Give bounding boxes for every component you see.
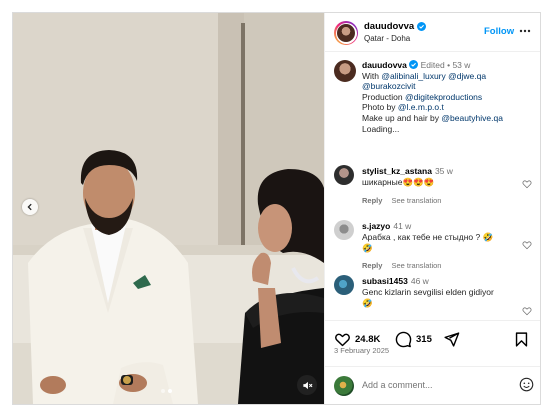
comment-text: шикарные😍😍😍 bbox=[362, 177, 435, 187]
see-translation-button[interactable]: See translation bbox=[391, 261, 441, 270]
comment-icon bbox=[395, 331, 412, 348]
loading-text: Loading... bbox=[362, 123, 400, 134]
add-comment-bar bbox=[325, 366, 540, 404]
comment-text: Genc kizlarin sevgilisi elden gidiyor bbox=[362, 287, 494, 297]
more-options-button[interactable] bbox=[518, 25, 532, 37]
mute-icon bbox=[302, 381, 312, 389]
comment-age: 46 w bbox=[410, 276, 429, 286]
like-count[interactable]: 24.8K bbox=[355, 334, 380, 345]
post-side-panel: dauudovva Qatar - Doha Follow dauudovva … bbox=[324, 13, 540, 404]
post-date[interactable]: 3 February 2025 bbox=[334, 346, 389, 355]
comment-extra-text: 🤣 bbox=[362, 243, 373, 253]
mention-link[interactable]: @l.e.m.p.o.t bbox=[398, 102, 444, 112]
verified-icon bbox=[417, 22, 427, 31]
avatar[interactable] bbox=[334, 60, 356, 82]
comment-username[interactable]: s.jazyo bbox=[362, 221, 390, 231]
avatar[interactable] bbox=[334, 275, 354, 295]
caption-with-label: With bbox=[362, 70, 382, 81]
post-photo bbox=[13, 13, 324, 404]
comment-count[interactable]: 315 bbox=[416, 334, 432, 345]
post-dialog: dauudovva Qatar - Doha Follow dauudovva … bbox=[12, 12, 541, 405]
avatar[interactable] bbox=[334, 376, 354, 396]
mute-button[interactable] bbox=[297, 375, 317, 395]
emoji-icon[interactable] bbox=[519, 377, 534, 392]
follow-button[interactable]: Follow bbox=[484, 26, 514, 37]
post-caption: dauudovva Edited • 53 w With @alibinali_… bbox=[325, 53, 540, 151]
verified-icon bbox=[409, 60, 419, 69]
comment-body: s.jazyo 41 w Арабка , как тебе не стыдно … bbox=[362, 221, 522, 254]
mention-link[interactable]: @burakozcivit bbox=[362, 81, 416, 91]
post-author[interactable]: dauudovva bbox=[364, 21, 427, 32]
caption-username[interactable]: dauudovva bbox=[362, 60, 407, 70]
carousel-indicator bbox=[161, 389, 172, 393]
comment-body: stylist_kz_astana 35 w шикарные😍😍😍 bbox=[362, 166, 522, 188]
comment-age: 35 w bbox=[434, 166, 453, 176]
mention-link[interactable]: @djwe.qa bbox=[448, 71, 486, 81]
reply-button[interactable]: Reply bbox=[362, 261, 382, 270]
save-button[interactable] bbox=[513, 331, 530, 348]
comment-actions: Reply See translation bbox=[362, 196, 441, 205]
comment-extra-text: 🤣 bbox=[362, 298, 373, 308]
caption-age[interactable]: 53 w bbox=[452, 60, 470, 70]
post-media[interactable] bbox=[13, 13, 324, 404]
comment-username[interactable]: subasi1453 bbox=[362, 276, 408, 286]
comment-actions: Reply See translation bbox=[362, 261, 441, 270]
carousel-dot-active bbox=[168, 389, 172, 393]
caption-text: dauudovva Edited • 53 w With @alibinali_… bbox=[362, 60, 537, 134]
comment-button[interactable]: 315 bbox=[395, 331, 432, 348]
heart-icon[interactable] bbox=[522, 306, 532, 316]
see-translation-button[interactable]: See translation bbox=[391, 196, 441, 205]
carousel-prev-button[interactable] bbox=[22, 199, 38, 215]
avatar[interactable] bbox=[334, 220, 354, 240]
avatar[interactable] bbox=[334, 165, 354, 185]
heart-icon[interactable] bbox=[522, 240, 532, 250]
comment-input[interactable] bbox=[362, 380, 512, 390]
carousel-dot bbox=[161, 389, 165, 393]
more-icon bbox=[519, 29, 531, 33]
caption-makeup-label: Make up and hair by bbox=[362, 112, 442, 123]
share-icon bbox=[444, 332, 460, 347]
caption-edited: Edited bbox=[420, 60, 445, 70]
mention-link[interactable]: @beautyhive.qa bbox=[441, 113, 503, 123]
post-location[interactable]: Qatar - Doha bbox=[364, 34, 410, 43]
comment-body: subasi1453 46 w Genc kizlarin sevgilisi e… bbox=[362, 276, 522, 309]
caption-production-label: Production bbox=[362, 91, 405, 102]
comment-age: 41 w bbox=[393, 221, 412, 231]
bookmark-icon bbox=[515, 332, 528, 347]
reply-button[interactable]: Reply bbox=[362, 196, 382, 205]
post-author-username[interactable]: dauudovva bbox=[364, 21, 414, 32]
mention-link[interactable]: @digitekproductions bbox=[405, 92, 482, 102]
avatar[interactable] bbox=[334, 21, 358, 45]
comment-username[interactable]: stylist_kz_astana bbox=[362, 166, 432, 176]
caption-photo-label: Photo by bbox=[362, 102, 398, 113]
share-button[interactable] bbox=[443, 331, 460, 348]
heart-icon[interactable] bbox=[522, 179, 532, 189]
comment-text: Арабка , как тебе не стыдно ? 🤣 bbox=[362, 232, 494, 242]
mention-link[interactable]: @alibinali_luxury bbox=[381, 71, 445, 81]
post-header: dauudovva Qatar - Doha Follow bbox=[325, 13, 540, 52]
chevron-left-icon bbox=[27, 203, 32, 211]
